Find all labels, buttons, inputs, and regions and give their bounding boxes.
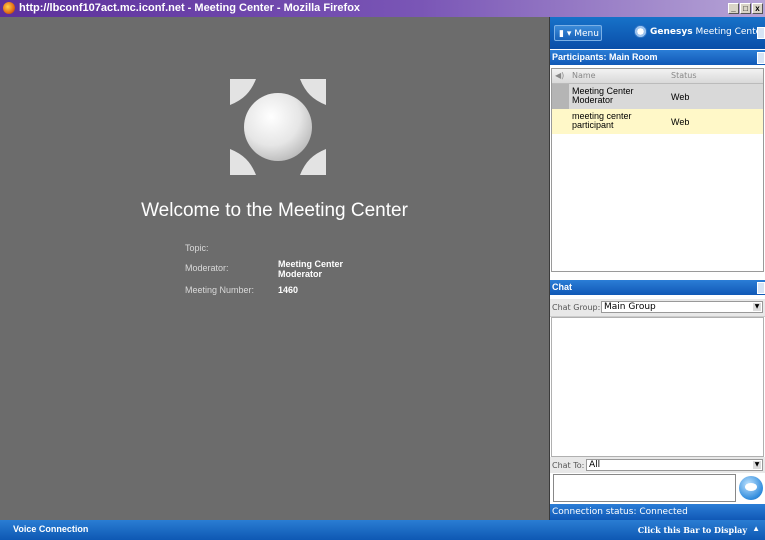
chat-to-select[interactable]: All ▼	[586, 459, 763, 471]
window-title: http://lbconf107act.mc.iconf.net - Meeti…	[19, 2, 361, 14]
chat-to-bar: Chat To: All ▼	[550, 457, 765, 473]
genesys-logo-icon	[634, 25, 647, 38]
welcome-heading: Welcome to the Meeting Center	[141, 200, 408, 221]
moderator-label: Moderator:	[185, 263, 229, 273]
menu-button[interactable]: ▮ ▾ Menu	[554, 25, 602, 41]
voice-connection-bar[interactable]: Voice Connection Click this Bar to Displ…	[0, 520, 765, 540]
connection-status: Connection status: Connected	[550, 504, 765, 520]
chat-group-label: Chat Group:	[552, 303, 601, 312]
chat-header: Chat	[550, 280, 765, 295]
participant-name: Meeting Center Moderator	[572, 86, 634, 105]
chat-group-bar: Chat Group: Main Group ▼	[550, 299, 765, 317]
participants-header: Participants: Main Room	[550, 50, 765, 65]
chevron-down-icon: ▼	[753, 303, 761, 311]
send-chat-button[interactable]	[739, 476, 763, 500]
topic-label: Topic:	[185, 243, 209, 253]
expand-arrow-icon[interactable]: ▲	[752, 524, 760, 533]
participants-title: Participants: Main Room	[552, 52, 658, 62]
meeting-center-logo	[230, 79, 326, 175]
app-header: ▮ ▾ Menu Genesys Meeting Center	[550, 17, 765, 49]
side-panel: ▮ ▾ Menu Genesys Meeting Center Particip…	[550, 17, 765, 520]
participants-columns: ◀) Name Status	[552, 69, 763, 84]
chat-group-value: Main Group	[604, 302, 656, 312]
meeting-number-value: 1460	[278, 285, 299, 295]
speaker-column-icon[interactable]: ◀)	[555, 71, 564, 80]
chat-to-label: Chat To:	[552, 461, 585, 470]
chat-messages-area[interactable]	[551, 317, 764, 457]
close-button[interactable]: x	[752, 3, 763, 14]
maximize-button[interactable]: □	[740, 3, 751, 14]
participant-row[interactable]: meeting center participant Web	[552, 109, 763, 134]
app-title: Genesys Meeting Center	[650, 27, 765, 37]
window-title-bar[interactable]: http://lbconf107act.mc.iconf.net - Meeti…	[0, 0, 765, 17]
send-chat-icon	[745, 483, 757, 491]
row-selector	[552, 84, 569, 109]
main-stage: Welcome to the Meeting Center Topic: Mod…	[0, 17, 550, 520]
participant-status: Web	[671, 92, 690, 102]
chat-to-value: All	[589, 460, 601, 470]
participant-status: Web	[671, 117, 690, 127]
chat-group-select[interactable]: Main Group ▼	[601, 301, 763, 313]
status-column-header[interactable]: Status	[671, 71, 697, 80]
voice-connection-label: Voice Connection	[13, 524, 89, 534]
chevron-down-icon: ▼	[753, 461, 761, 469]
participants-list: ◀) Name Status Meeting Center Moderator …	[551, 68, 764, 272]
meeting-number-label: Meeting Number:	[185, 285, 255, 295]
chat-title: Chat	[552, 282, 572, 292]
brand-name: Genesys	[650, 27, 693, 37]
window-controls: _ □ x	[727, 2, 763, 14]
minimize-button[interactable]: _	[728, 3, 739, 14]
participant-name: meeting center participant	[572, 111, 632, 130]
product-name: Meeting Center	[692, 27, 765, 37]
moderator-value: Meeting Center Moderator	[278, 259, 344, 279]
header-toggle-button[interactable]	[757, 27, 765, 39]
participants-collapse-button[interactable]	[757, 52, 765, 64]
participant-row[interactable]: Meeting Center Moderator Web	[552, 84, 763, 109]
name-column-header[interactable]: Name	[572, 71, 596, 80]
chat-message-input[interactable]	[553, 474, 736, 502]
chat-collapse-button[interactable]	[757, 282, 765, 294]
row-selector	[552, 109, 569, 134]
firefox-icon	[3, 2, 15, 14]
display-bar-hint: Click this Bar to Display	[637, 525, 747, 535]
